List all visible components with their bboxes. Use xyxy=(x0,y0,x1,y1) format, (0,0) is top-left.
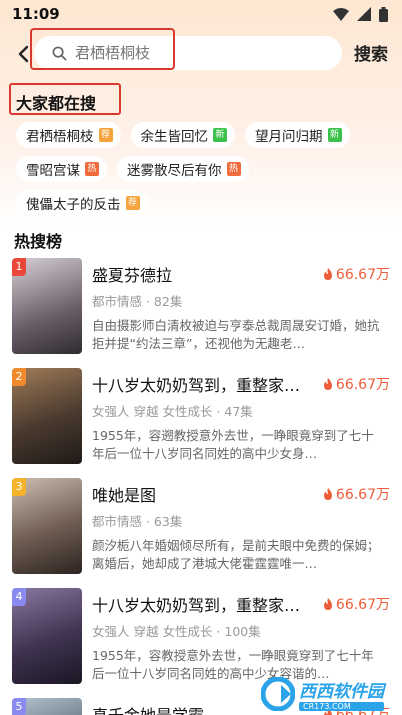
hot-badge: 热 xyxy=(226,162,241,176)
fire-icon xyxy=(323,268,332,280)
search-input[interactable] xyxy=(75,44,315,62)
drama-cover: 5 xyxy=(12,698,82,715)
drama-tags: 女强人 穿越 女性成长 · 100集 xyxy=(92,624,261,639)
back-button[interactable] xyxy=(10,36,36,72)
drama-title: 十八岁太奶奶驾到，重整家… xyxy=(92,376,301,395)
search-chip[interactable]: 余生皆回忆新 xyxy=(130,122,235,148)
new-badge: 新 xyxy=(213,128,227,142)
heat-value: 66.67万 xyxy=(323,374,390,394)
fire-icon xyxy=(323,598,332,610)
status-time: 11:09 xyxy=(12,5,60,23)
drama-description: 1955年，容遡教授意外去世，一睁眼竟穿到了七十年后一位十八岁同名同姓的高中少女… xyxy=(92,428,374,461)
heat-value: 66.67万 xyxy=(323,484,390,504)
recommend-badge: 荐 xyxy=(125,196,140,210)
rank-number: 3 xyxy=(12,478,26,496)
popular-search-chips: 君栖梧桐枝荐 余生皆回忆新 望月问归期新 雪昭宫谋热 迷雾散尽后有你热 傀儡太子… xyxy=(16,122,396,224)
search-chip[interactable]: 望月问归期新 xyxy=(245,122,350,148)
drama-title: 盛夏芬德拉 xyxy=(92,266,173,285)
search-chip[interactable]: 君栖梧桐枝荐 xyxy=(16,122,121,148)
back-arrow-icon xyxy=(18,45,29,63)
search-box[interactable] xyxy=(34,36,342,70)
search-row: 搜索 xyxy=(0,28,402,74)
drama-cover: 1 xyxy=(12,258,82,354)
hot-ranking-list: 1 盛夏芬德拉 66.67万 都市情感 · 82集 自由摄影师白清枚被迫与亨泰总… xyxy=(12,258,392,715)
ranking-item[interactable]: 2 十八岁太奶奶驾到，重整家… 66.67万 女强人 穿越 女性成长 · 47集… xyxy=(12,368,392,476)
wifi-icon xyxy=(333,7,349,21)
drama-title: 真千金她是学霸 xyxy=(92,702,204,715)
drama-cover: 4 xyxy=(12,588,82,684)
search-chip[interactable]: 傀儡太子的反击荐 xyxy=(16,190,148,216)
rank-number: 2 xyxy=(12,368,26,386)
rank-number: 1 xyxy=(12,258,26,276)
status-icons xyxy=(333,6,388,22)
drama-cover: 2 xyxy=(12,368,82,464)
watermark-icon xyxy=(261,677,295,711)
rank-number: 5 xyxy=(12,698,26,715)
drama-tags: 都市情感 · 82集 xyxy=(92,294,183,309)
drama-description: 自由摄影师白清枚被迫与亨泰总裁周晟安订婚，她抗拒并提“约法三章”，还视他为无趣老… xyxy=(92,318,380,351)
search-chip[interactable]: 迷雾散尽后有你热 xyxy=(117,156,249,182)
drama-cover: 3 xyxy=(12,478,82,574)
hot-ranking-title: 热搜榜 xyxy=(14,232,63,251)
battery-icon xyxy=(379,6,388,22)
search-icon xyxy=(52,46,67,60)
popular-search-title: 大家都在搜 xyxy=(16,94,97,113)
signal-icon xyxy=(357,7,371,21)
heat-value: 66.67万 xyxy=(323,264,390,284)
search-chip[interactable]: 雪昭宫谋热 xyxy=(16,156,107,182)
fire-icon xyxy=(323,378,332,390)
drama-tags: 女强人 穿越 女性成长 · 47集 xyxy=(92,404,253,419)
popular-search-title-box: 大家都在搜 xyxy=(9,83,121,115)
watermark-text: 西西软件园 xyxy=(299,682,384,702)
ranking-item[interactable]: 1 盛夏芬德拉 66.67万 都市情感 · 82集 自由摄影师白清枚被迫与亨泰总… xyxy=(12,258,392,366)
new-badge: 新 xyxy=(327,128,342,142)
drama-description: 颜汐栀八年婚姻倾尽所有，是前夫眼中免费的保姆；离婚后，她却成了港城大佬霍霆霆唯一… xyxy=(92,538,380,571)
status-bar: 11:09 xyxy=(0,0,402,28)
drama-title: 十八岁太奶奶驾到，重整家… xyxy=(92,596,301,615)
watermark-logo: 西西软件园 CR173.COM xyxy=(261,677,384,711)
drama-tags: 都市情感 · 63集 xyxy=(92,514,183,529)
hot-badge: 热 xyxy=(85,162,99,176)
fire-icon xyxy=(323,488,332,500)
watermark-subtext: CR173.COM xyxy=(299,702,384,711)
ranking-item[interactable]: 3 唯她是图 66.67万 都市情感 · 63集 颜汐栀八年婚姻倾尽所有，是前夫… xyxy=(12,478,392,586)
rank-number: 4 xyxy=(12,588,26,606)
recommend-badge: 荐 xyxy=(98,128,113,142)
heat-value: 66.67万 xyxy=(323,594,390,614)
drama-title: 唯她是图 xyxy=(92,486,157,505)
search-button[interactable]: 搜索 xyxy=(354,40,388,65)
